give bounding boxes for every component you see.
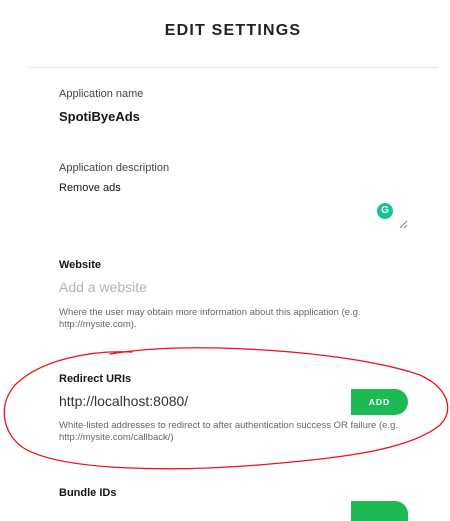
add-redirect-button[interactable]: ADD [351, 389, 408, 415]
resize-handle-icon[interactable] [399, 220, 408, 229]
add-bundle-button[interactable] [351, 501, 408, 521]
app-description-value: Remove ads [59, 182, 121, 194]
app-name-value[interactable]: SpotiByeAds [59, 109, 140, 124]
grammarly-icon[interactable]: G [377, 203, 393, 219]
bundle-label: Bundle IDs [59, 487, 117, 499]
website-label: Website [59, 259, 101, 271]
redirect-help: White-listed addresses to redirect to af… [59, 420, 398, 443]
divider [27, 67, 438, 68]
page-title: EDIT SETTINGS [164, 22, 302, 39]
redirect-input[interactable]: http://localhost:8080/ [59, 393, 349, 409]
app-description-label: Application description [59, 162, 170, 174]
website-help: Where the user may obtain more informati… [59, 307, 361, 330]
website-input[interactable]: Add a website [59, 279, 349, 295]
app-name-label: Application name [59, 88, 144, 100]
redirect-label: Redirect URIs [59, 373, 132, 385]
